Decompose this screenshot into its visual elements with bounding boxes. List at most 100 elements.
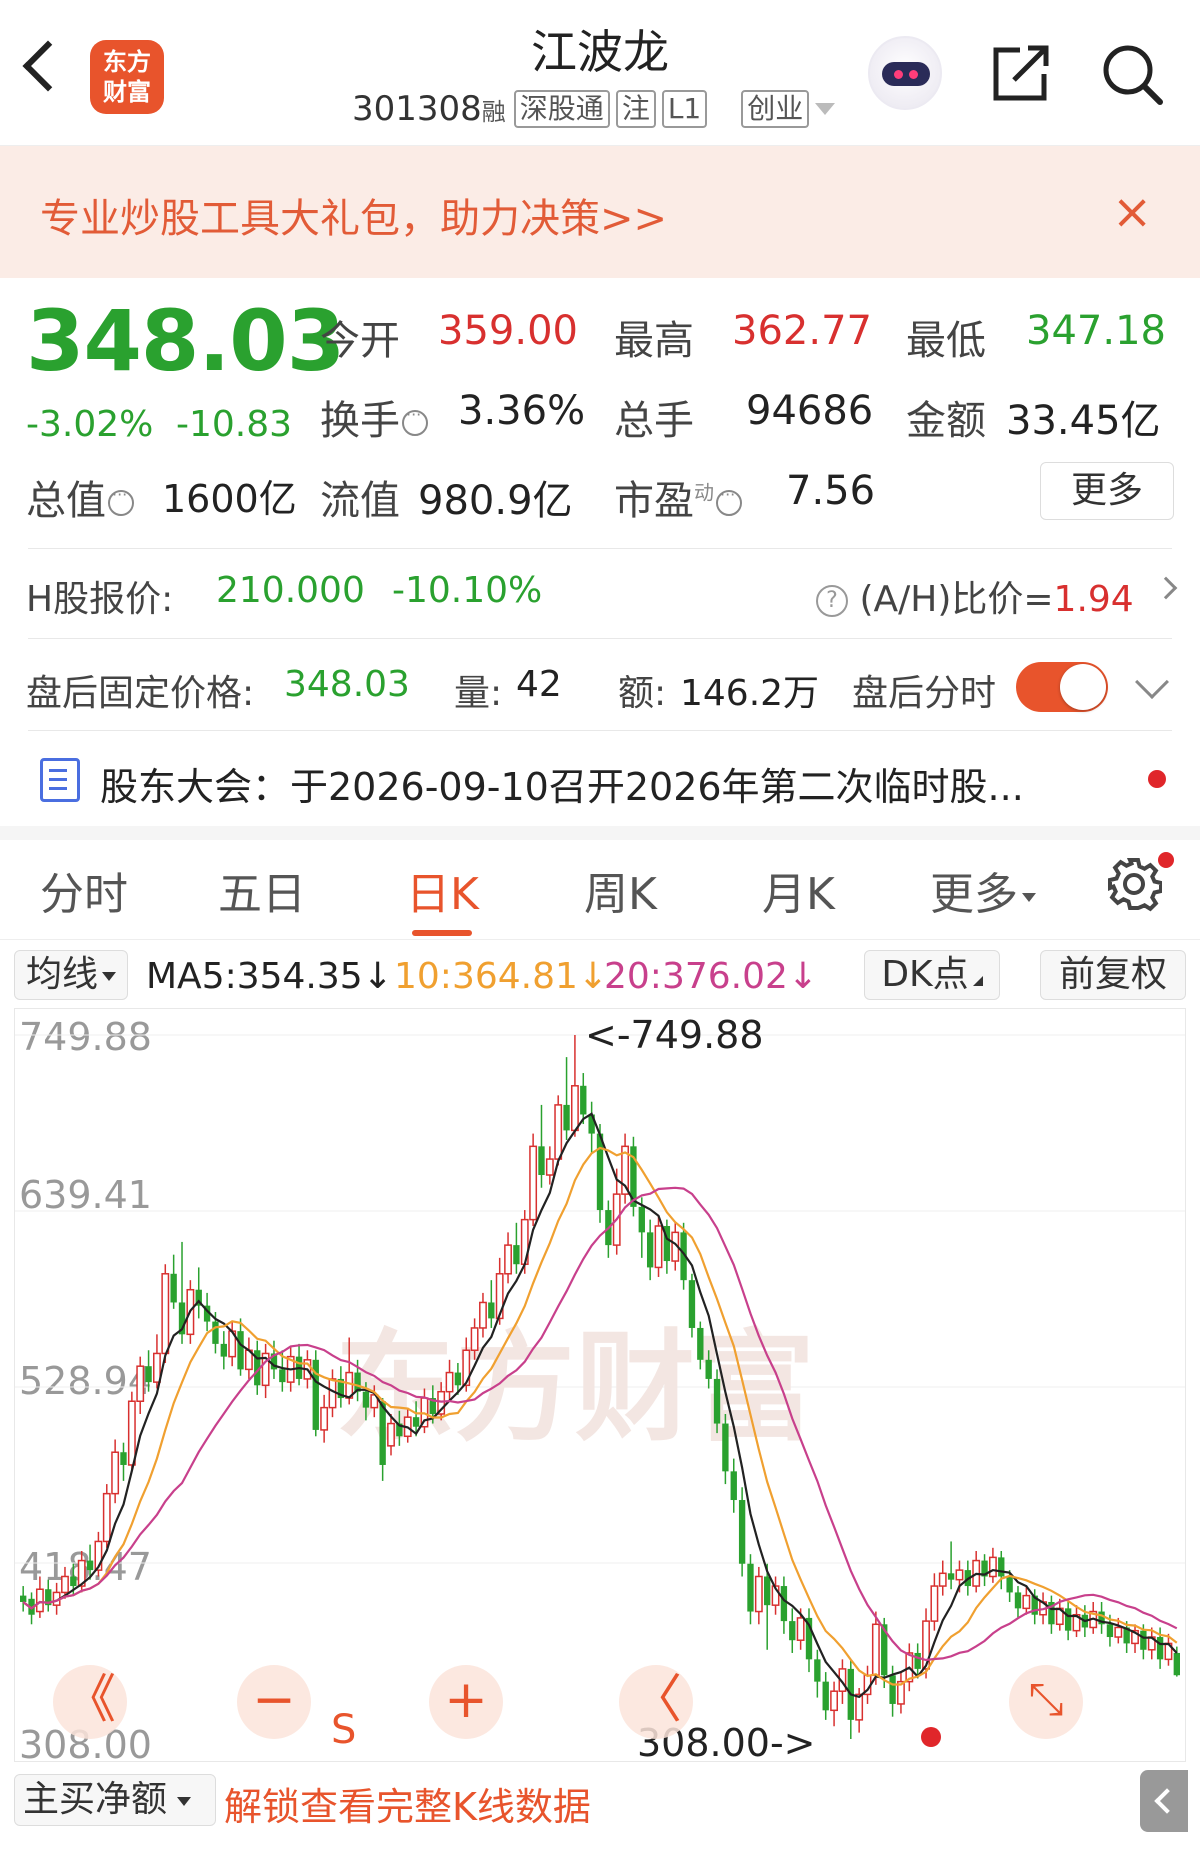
stock-subline: 301308 融 深股通 注 L1 创业 [352, 86, 836, 132]
tag-board[interactable]: 创业 [741, 90, 810, 128]
candle-body [688, 1280, 696, 1328]
chevron-down-icon[interactable] [1135, 665, 1169, 699]
candle-body [1064, 1608, 1072, 1631]
period-tabs: 分时 五日 日K 周K 月K 更多 [0, 840, 1200, 940]
board-dropdown-icon[interactable] [815, 103, 836, 115]
active-tab-indicator [412, 930, 472, 936]
candle-body [889, 1675, 896, 1704]
candle-body [730, 1471, 737, 1501]
promo-banner[interactable]: 专业炒股工具大礼包，助力决策>> × [0, 146, 1200, 278]
divider [28, 638, 1172, 639]
close-icon[interactable]: × [1112, 188, 1152, 236]
ah-ratio[interactable]: ? (A/H)比价=1.94 [816, 570, 1134, 622]
candle-body [988, 1556, 997, 1578]
info-icon[interactable] [716, 485, 742, 516]
candle-body [412, 1417, 420, 1427]
afterhours-amt-label: 额: [618, 673, 667, 714]
candle-body [320, 1406, 329, 1431]
turnover-label[interactable]: 换手 [320, 388, 428, 446]
float-label: 流值 [320, 478, 400, 524]
candle-body [596, 1133, 604, 1211]
candle-body [554, 1104, 563, 1160]
candle-body [136, 1365, 145, 1402]
candle-body [563, 1104, 570, 1131]
afterhours-price: 348.03 [284, 664, 410, 705]
collapse-side-tab[interactable] [1140, 1770, 1188, 1832]
candle-body [654, 1225, 663, 1269]
prev-button[interactable]: 〈 [619, 1665, 693, 1739]
tab-monthly-k[interactable]: 月K [762, 858, 835, 922]
candle-body [513, 1245, 520, 1265]
candle-body [170, 1273, 177, 1303]
candle-body [713, 1378, 721, 1424]
unlock-kline-link[interactable]: 解锁查看完整K线数据 [224, 1776, 591, 1831]
kline-chart[interactable]: 749.88 639.41 528.94 418.47 308.00 东方财富 … [14, 1008, 1186, 1767]
tab-daily-k[interactable]: 日K [406, 858, 479, 922]
fullscreen-button[interactable]: ⤡ [1009, 1665, 1083, 1739]
tab-five-day[interactable]: 五日 [218, 858, 306, 922]
candle-body [1114, 1626, 1123, 1638]
zoom-in-button[interactable]: + [429, 1665, 503, 1739]
candle-body [930, 1585, 939, 1622]
change-amount: -10.83 [176, 404, 293, 445]
mktcap-value: 1600亿 [162, 477, 297, 521]
caret-down-icon [177, 1796, 192, 1806]
low-label: 最低 [906, 318, 986, 364]
current-price: 348.03 [26, 292, 345, 390]
candle-body [454, 1372, 462, 1386]
tab-weekly-k[interactable]: 周K [584, 858, 657, 922]
info-icon[interactable] [402, 405, 428, 436]
divider [28, 548, 1172, 549]
afterhours-toggle[interactable] [1016, 662, 1108, 712]
rewind-button[interactable]: 《 [53, 1665, 127, 1739]
candle-body [830, 1690, 838, 1712]
float-value: 980.9亿 [418, 478, 573, 524]
chevron-right-icon[interactable] [1154, 576, 1178, 600]
more-button[interactable]: 更多 [1040, 462, 1174, 520]
document-icon [40, 758, 80, 802]
candle-body [914, 1652, 921, 1669]
candle-body [1156, 1637, 1164, 1660]
caret-down-icon [1022, 892, 1036, 902]
kline-svg[interactable]: 东方财富 [15, 1009, 1185, 1761]
adjust-button[interactable]: 前复权 [1040, 950, 1186, 1000]
amount-value: 33.45亿 [1006, 398, 1161, 444]
candle-body [814, 1659, 821, 1682]
tab-timeshare[interactable]: 分时 [40, 858, 128, 922]
ah-ratio-label: (A/H)比价= [859, 579, 1054, 620]
tab-more[interactable]: 更多 [930, 858, 1036, 922]
search-icon[interactable] [1100, 42, 1166, 108]
candle-body [161, 1273, 170, 1355]
dk-point-button[interactable]: DK点 [864, 950, 1000, 1000]
candle-body [328, 1378, 337, 1409]
candle-body [738, 1500, 746, 1564]
candle-body [20, 1595, 27, 1602]
mktcap-label[interactable]: 总值 [26, 468, 134, 526]
candle-body [127, 1400, 136, 1466]
candle-body [279, 1369, 286, 1383]
candle-body [70, 1576, 77, 1587]
high-value: 362.77 [732, 308, 872, 354]
promo-text[interactable]: 专业炒股工具大礼包，助力决策>> [40, 186, 667, 244]
share-icon[interactable] [990, 44, 1052, 104]
candle-body [938, 1572, 947, 1587]
ma-selector[interactable]: 均线 [14, 950, 128, 1000]
candle-body [220, 1343, 227, 1357]
s-signal-label: S [331, 1707, 357, 1753]
pe-label[interactable]: 市盈动 [614, 468, 742, 526]
candle-body [955, 1569, 964, 1581]
gear-icon[interactable] [1106, 856, 1162, 912]
ai-assistant-icon[interactable] [868, 36, 942, 110]
tag-registration: 注 [615, 90, 656, 128]
candle-body [1140, 1630, 1147, 1650]
hshare-price: 210.000 [216, 570, 365, 611]
help-icon[interactable]: ? [816, 585, 848, 617]
zoom-out-button[interactable]: − [237, 1665, 311, 1739]
indicator-selector[interactable]: 主买净额 [14, 1774, 216, 1826]
robot-eye-left [894, 70, 903, 79]
code-suffix: 融 [481, 97, 506, 126]
afterhours-label: 盘后固定价格: [26, 673, 255, 714]
notice-text[interactable]: 股东大会：于2026-09-10召开2026年第二次临时股... [100, 756, 1024, 811]
info-icon[interactable] [108, 485, 134, 516]
candle-body [379, 1401, 386, 1465]
